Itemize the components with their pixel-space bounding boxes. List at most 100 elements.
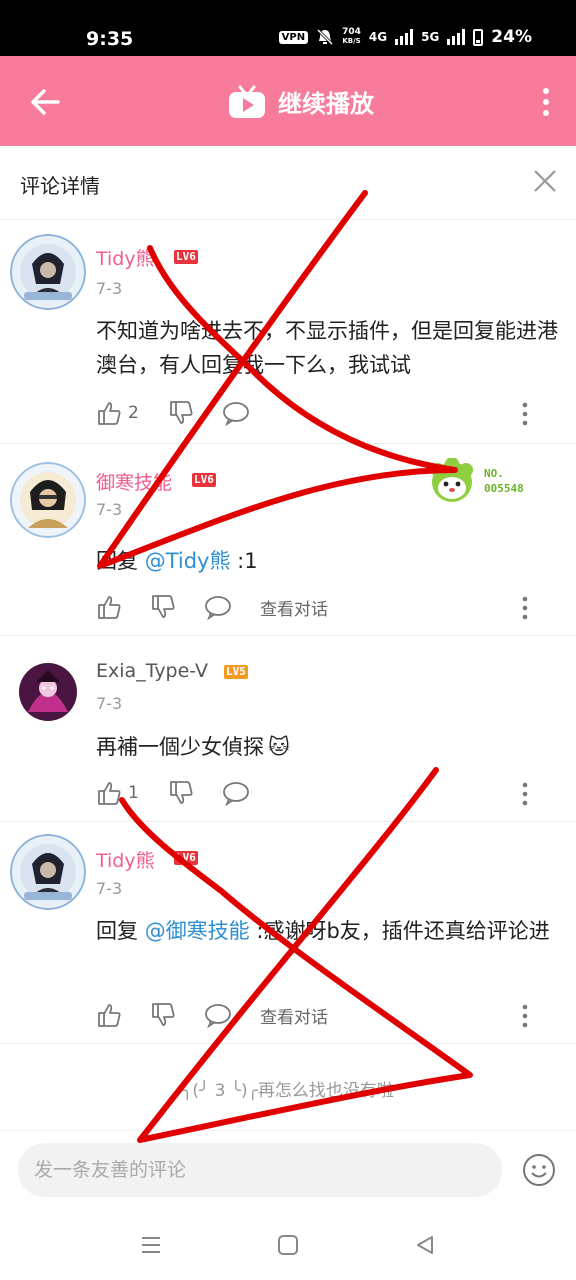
username[interactable]: Tidy熊 xyxy=(96,846,155,873)
comment-bubble-icon xyxy=(223,782,249,806)
thumbs-down-icon xyxy=(170,401,193,424)
dislike-button[interactable] xyxy=(168,780,194,806)
username[interactable]: Exia_Type-V xyxy=(96,660,208,682)
comment-date: 7-3 xyxy=(96,694,123,713)
level-badge: LV5 xyxy=(224,665,248,679)
menu-icon[interactable] xyxy=(138,1232,164,1258)
reply-button[interactable] xyxy=(222,780,250,806)
battery-icon xyxy=(473,28,484,46)
battery-level: 24% xyxy=(491,27,532,47)
avatar[interactable] xyxy=(10,462,86,538)
status-bar: 9:35 VPN 704 KB/S 4G 5G 24% xyxy=(0,0,576,56)
comment-more-icon[interactable] xyxy=(522,1004,528,1028)
speed-unit: KB/S xyxy=(342,37,361,45)
home-icon[interactable] xyxy=(275,1232,301,1258)
comment-bubble-icon xyxy=(205,1004,231,1028)
divider xyxy=(0,1043,576,1044)
like-button[interactable]: 1 xyxy=(96,780,139,806)
comment-text: 不知道为啥进去不，不显示插件，但是回复能进港澳台，有人回复我一下么，我试试 xyxy=(96,319,558,377)
view-conversation-link[interactable]: 查看对话 xyxy=(260,1003,328,1028)
comment-text: 回复 @Tidy熊 :1 xyxy=(96,544,558,578)
comment-text: 回复 @御寒技能 :感谢呀b友，插件还真给评论进 xyxy=(96,914,558,948)
like-button[interactable]: 2 xyxy=(96,400,139,426)
comment-actions: 2 xyxy=(96,400,558,428)
thumbs-up-icon xyxy=(98,402,121,425)
thumbs-down-icon xyxy=(152,1003,175,1026)
reply-text: :感谢呀b友，插件还真给评论进 xyxy=(249,919,550,943)
speed-value: 704 xyxy=(342,27,361,37)
signal-icon-2 xyxy=(447,29,466,45)
network-speed: 704 KB/S xyxy=(342,28,361,46)
mute-icon xyxy=(317,28,334,46)
comment-more-icon[interactable] xyxy=(522,596,528,620)
level-badge: LV6 xyxy=(174,851,198,865)
mention-link[interactable]: @Tidy熊 xyxy=(145,549,231,573)
comment-actions: 1 xyxy=(96,780,558,808)
reply-button[interactable] xyxy=(204,594,232,620)
comment-detail-title: 评论详情 xyxy=(20,174,100,198)
like-button[interactable] xyxy=(96,594,122,620)
comment-more-icon[interactable] xyxy=(522,782,528,806)
vpn-badge: VPN xyxy=(278,30,309,44)
reply-prefix: 回复 xyxy=(96,549,145,573)
green-mascot-icon xyxy=(431,458,473,502)
like-button[interactable] xyxy=(96,1002,122,1028)
cat-emoji: 🐱 xyxy=(268,735,290,759)
thumbs-down-icon xyxy=(152,595,175,618)
mention-link[interactable]: @御寒技能 xyxy=(145,919,250,943)
comment-item: Tidy熊 LV6 7-3 不知道为啥进去不，不显示插件，但是回复能进港澳台，有… xyxy=(0,222,576,444)
comment-item: Tidy熊 LV6 7-3 回复 @御寒技能 :感谢呀b友，插件还真给评论进 查… xyxy=(0,822,576,1044)
thumbs-up-icon xyxy=(98,596,121,619)
comment-item: 御寒技能 LV6 7-3 NO. 005548 回复 @Tidy熊 :1 查看对… xyxy=(0,444,576,636)
thumbs-down-icon xyxy=(170,781,193,804)
reply-button[interactable] xyxy=(222,400,250,426)
comment-input[interactable] xyxy=(18,1143,502,1197)
reply-prefix: 回复 xyxy=(96,919,145,943)
status-icons: VPN 704 KB/S 4G 5G 24% xyxy=(278,27,532,47)
fan-badge: NO. 005548 xyxy=(428,458,538,504)
dislike-button[interactable] xyxy=(150,1002,176,1028)
net-5g: 5G xyxy=(421,30,440,44)
emoji-icon[interactable] xyxy=(522,1153,556,1187)
comment-date: 7-3 xyxy=(96,500,123,519)
fan-badge-number: NO. 005548 xyxy=(484,467,524,495)
comment-bubble-icon xyxy=(223,402,249,426)
comment-actions: 查看对话 xyxy=(96,594,558,622)
dislike-button[interactable] xyxy=(168,400,194,426)
thumbs-up-icon xyxy=(98,1004,121,1027)
level-badge: LV6 xyxy=(174,250,198,264)
avatar[interactable] xyxy=(10,234,86,310)
comment-actions: 查看对话 xyxy=(96,1002,558,1030)
comment-item: Exia_Type-V LV5 7-3 再補一個少女偵探 🐱 1 xyxy=(0,636,576,822)
comment-input-bar xyxy=(0,1130,576,1210)
comment-more-icon[interactable] xyxy=(522,402,528,426)
username[interactable]: Tidy熊 xyxy=(96,244,155,271)
username[interactable]: 御寒技能 xyxy=(96,468,172,495)
avatar[interactable] xyxy=(10,834,86,910)
comment-date: 7-3 xyxy=(96,279,123,298)
tv-play-icon xyxy=(229,85,265,118)
signal-icon xyxy=(395,29,414,45)
end-of-list-note: ╮(╯ 3 ╰)╭再怎么找也没有啦 xyxy=(182,1081,394,1101)
comment-bubble-icon xyxy=(205,596,231,620)
comment-text: 再補一個少女偵探 🐱 xyxy=(96,730,558,764)
level-badge: LV6 xyxy=(192,473,216,487)
close-icon[interactable] xyxy=(532,168,558,194)
app-bar: 继续播放 xyxy=(0,56,576,146)
comment-date: 7-3 xyxy=(96,879,123,898)
reply-text: :1 xyxy=(230,549,258,573)
thumbs-up-icon xyxy=(98,782,121,805)
system-nav-bar xyxy=(0,1210,576,1280)
header-title: 继续播放 xyxy=(278,90,374,118)
continue-play-button[interactable]: 继续播放 xyxy=(228,84,374,119)
back-arrow-icon[interactable] xyxy=(28,84,64,120)
view-conversation-link[interactable]: 查看对话 xyxy=(260,595,328,620)
back-triangle-icon[interactable] xyxy=(412,1232,438,1258)
like-count: 2 xyxy=(128,403,139,423)
dislike-button[interactable] xyxy=(150,594,176,620)
comment-body: 再補一個少女偵探 xyxy=(96,735,264,759)
reply-button[interactable] xyxy=(204,1002,232,1028)
more-options-icon[interactable] xyxy=(540,86,552,118)
avatar[interactable] xyxy=(18,662,78,722)
net-4g: 4G xyxy=(368,30,388,44)
